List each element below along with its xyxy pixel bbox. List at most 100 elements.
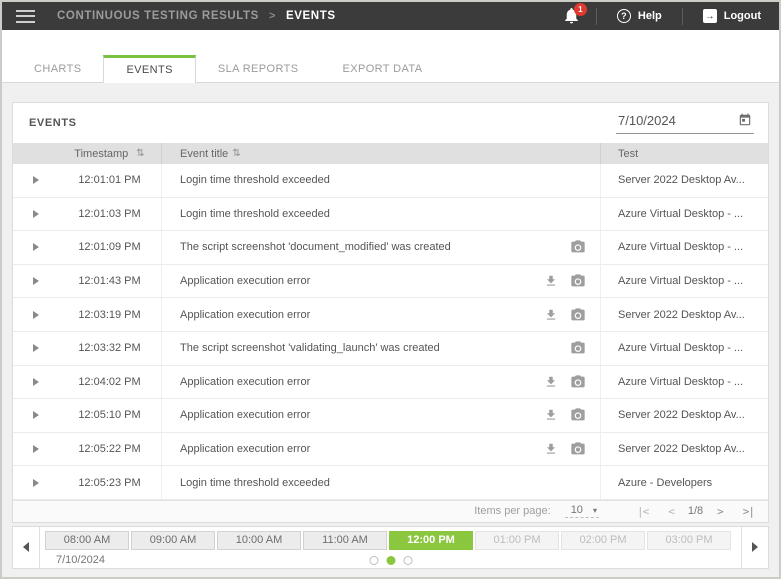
menu-icon[interactable] [16, 10, 35, 23]
timebar-page-dot[interactable] [403, 556, 412, 565]
row-timestamp: 12:05:23 PM [58, 466, 161, 499]
timebar-page-dot[interactable] [386, 556, 395, 565]
date-picker[interactable]: 7/10/2024 [616, 113, 754, 134]
time-slot-button: 01:00 PM [475, 531, 559, 550]
top-bar: CONTINUOUS TESTING RESULTS > EVENTS 1 ? … [2, 2, 779, 30]
tabs-strip: CHARTS EVENTS SLA REPORTS EXPORT DATA [2, 30, 779, 83]
timebar-bottom: 7/10/2024 [40, 552, 741, 569]
items-per-page-select[interactable]: 10 ▾ [565, 504, 599, 518]
table-row[interactable]: 12:05:22 PM Application execution error … [13, 433, 768, 467]
items-per-page-label: Items per page: [474, 505, 550, 517]
expand-row-icon[interactable] [33, 277, 39, 285]
table-header: Timestamp ⇅ Event title ⇅ Test [13, 143, 768, 164]
row-timestamp: 12:01:43 PM [58, 265, 161, 298]
last-page-button[interactable]: >| [743, 505, 754, 518]
notification-badge: 1 [574, 3, 587, 16]
table-row[interactable]: 12:01:43 PM Application execution error … [13, 265, 768, 299]
first-page-button[interactable]: |< [637, 505, 648, 518]
notifications-button[interactable]: 1 [562, 6, 582, 26]
chevron-left-icon [23, 542, 29, 552]
row-event-title: Login time threshold exceeded [180, 208, 544, 220]
table-row[interactable]: 12:03:32 PM The script screenshot 'valid… [13, 332, 768, 366]
next-page-button[interactable]: > [717, 505, 723, 518]
tab-events[interactable]: EVENTS [103, 55, 195, 83]
time-slot-button[interactable]: 11:00 AM [303, 531, 387, 550]
table-row[interactable]: 12:03:19 PM Application execution error … [13, 298, 768, 332]
row-test-name: Azure Virtual Desktop - ... [600, 231, 768, 264]
screenshot-icon[interactable] [570, 407, 586, 423]
logout-icon: → [703, 9, 717, 23]
calendar-icon[interactable] [738, 113, 752, 127]
row-timestamp: 12:05:22 PM [58, 433, 161, 466]
expand-row-icon[interactable] [33, 311, 39, 319]
table-row[interactable]: 12:04:02 PM Application execution error … [13, 366, 768, 400]
expand-row-icon[interactable] [33, 445, 39, 453]
download-icon[interactable] [544, 308, 558, 322]
time-slot-button: 03:00 PM [647, 531, 731, 550]
table-row[interactable]: 12:01:09 PM The script screenshot 'docum… [13, 231, 768, 265]
help-icon: ? [617, 9, 631, 23]
chevron-right-icon [752, 542, 758, 552]
expand-row-icon[interactable] [33, 344, 39, 352]
page-content: EVENTS 7/10/2024 Timestamp ⇅ Event title… [2, 83, 779, 523]
expand-row-icon[interactable] [33, 243, 39, 251]
timebar-prev-button[interactable] [13, 527, 40, 568]
table-row[interactable]: 12:05:23 PM Login time threshold exceede… [13, 466, 768, 500]
screenshot-icon[interactable] [570, 273, 586, 289]
time-navigation-bar: 08:00 AM09:00 AM10:00 AM11:00 AM12:00 PM… [12, 526, 769, 569]
table-row[interactable]: 12:05:10 PM Application execution error … [13, 399, 768, 433]
table-row[interactable]: 12:01:03 PM Login time threshold exceede… [13, 198, 768, 232]
row-event-title: Login time threshold exceeded [180, 477, 544, 489]
row-timestamp: 12:01:03 PM [58, 198, 161, 231]
tab-sla-reports[interactable]: SLA REPORTS [196, 57, 321, 82]
download-icon[interactable] [544, 274, 558, 288]
expand-row-icon[interactable] [33, 378, 39, 386]
expand-row-icon[interactable] [33, 210, 39, 218]
column-header-timestamp[interactable]: Timestamp ⇅ [58, 148, 161, 160]
sort-icon[interactable]: ⇅ [232, 148, 240, 159]
breadcrumb-current: EVENTS [286, 10, 336, 22]
date-value[interactable]: 7/10/2024 [618, 113, 676, 128]
table-row[interactable]: 12:01:01 PM Login time threshold exceede… [13, 164, 768, 198]
expand-row-icon[interactable] [33, 479, 39, 487]
column-header-event-title[interactable]: Event title ⇅ [161, 143, 600, 164]
screenshot-icon[interactable] [570, 374, 586, 390]
prev-page-button[interactable]: < [668, 505, 674, 518]
tab-charts[interactable]: CHARTS [12, 57, 103, 82]
expand-row-icon[interactable] [33, 176, 39, 184]
help-label: Help [638, 10, 662, 22]
screenshot-icon[interactable] [570, 441, 586, 457]
row-test-name: Azure Virtual Desktop - ... [600, 332, 768, 365]
time-slot-button: 02:00 PM [561, 531, 645, 550]
row-event-title: Application execution error [180, 376, 544, 388]
row-test-name: Azure Virtual Desktop - ... [600, 366, 768, 399]
breadcrumb: CONTINUOUS TESTING RESULTS > EVENTS [57, 10, 336, 22]
expand-row-icon[interactable] [33, 411, 39, 419]
time-slot-button[interactable]: 08:00 AM [45, 531, 129, 550]
logout-button[interactable]: → Logout [697, 9, 767, 23]
timebar-page-dots [369, 556, 412, 565]
row-event-title: Application execution error [180, 275, 544, 287]
time-slot-button[interactable]: 12:00 PM [389, 531, 473, 550]
row-test-name: Server 2022 Desktop Av... [600, 298, 768, 331]
download-icon[interactable] [544, 408, 558, 422]
events-table-body: 12:01:01 PM Login time threshold exceede… [13, 164, 768, 500]
row-event-title: The script screenshot 'validating_launch… [180, 342, 544, 354]
screenshot-icon[interactable] [570, 239, 586, 255]
timebar-page-dot[interactable] [369, 556, 378, 565]
screenshot-icon[interactable] [570, 340, 586, 356]
tab-export-data[interactable]: EXPORT DATA [320, 57, 444, 82]
screenshot-icon[interactable] [570, 307, 586, 323]
download-icon[interactable] [544, 442, 558, 456]
time-slot-button[interactable]: 09:00 AM [131, 531, 215, 550]
time-slot-button[interactable]: 10:00 AM [217, 531, 301, 550]
download-icon[interactable] [544, 375, 558, 389]
row-timestamp: 12:05:10 PM [58, 399, 161, 432]
help-button[interactable]: ? Help [611, 9, 668, 23]
timebar-next-button[interactable] [741, 527, 768, 568]
row-timestamp: 12:01:01 PM [58, 164, 161, 197]
row-timestamp: 12:03:32 PM [58, 332, 161, 365]
events-panel-header: EVENTS 7/10/2024 [13, 103, 768, 143]
sort-icon[interactable]: ⇅ [136, 148, 144, 159]
breadcrumb-root[interactable]: CONTINUOUS TESTING RESULTS [57, 10, 259, 22]
